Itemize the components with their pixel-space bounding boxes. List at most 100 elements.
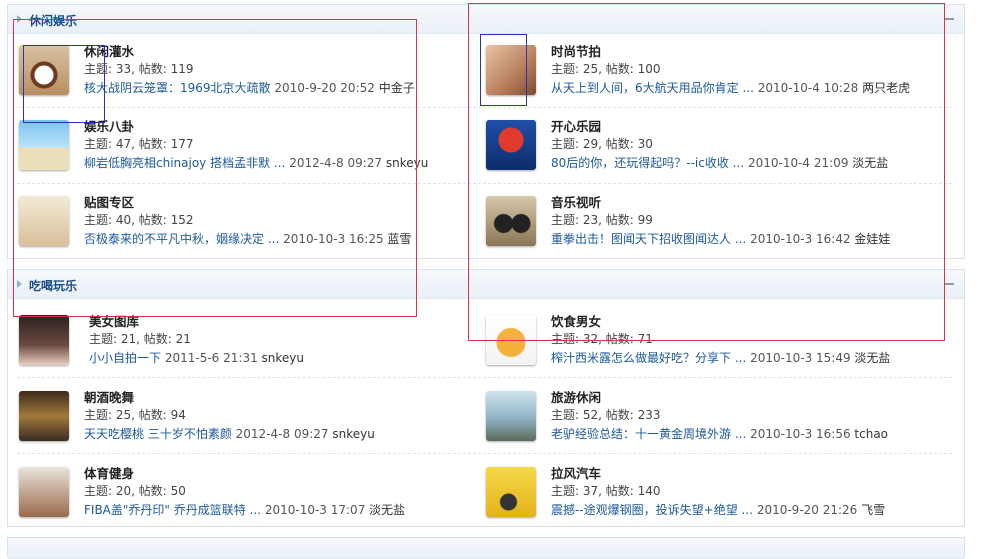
forum-item: 体育健身 主题: 20, 帖数: 50 FIBA盖"乔丹印" 乔丹成篮联特 ..… <box>7 459 477 529</box>
forum-last-post: FIBA盖"乔丹印" 乔丹成篮联特 ... 2010-10-3 17:07 淡无… <box>84 501 405 518</box>
section-header[interactable]: 吃喝玩乐 <box>8 270 964 299</box>
forum-stats: 主题: 21, 帖数: 21 <box>89 332 191 346</box>
last-post-user[interactable]: 淡无盐 <box>852 156 888 170</box>
forum-stats: 主题: 32, 帖数: 71 <box>551 332 653 346</box>
forum-name-link[interactable]: 美女图库 <box>89 311 139 330</box>
forum-stats: 主题: 25, 帖数: 100 <box>551 62 661 76</box>
last-post-link[interactable]: 80后的你，还玩得起吗？--ic收收 ... <box>551 156 744 170</box>
last-post-time: 2010-9-20 21:26 <box>756 503 858 517</box>
last-post-time: 2012-4-8 09:27 <box>235 427 329 441</box>
forum-stats: 主题: 52, 帖数: 233 <box>551 408 661 422</box>
section-title[interactable]: 休闲娱乐 <box>29 12 77 29</box>
forum-stats: 主题: 37, 帖数: 140 <box>551 484 661 498</box>
last-post-user[interactable]: 中金子 <box>379 81 415 95</box>
last-post-link[interactable]: 重拳出击！图闻天下招收图闻达人 ... <box>551 232 746 246</box>
forum-last-post: 老驴经验总结：十一黄金周境外游 ... 2010-10-3 16:56 tcha… <box>551 425 888 442</box>
last-post-link[interactable]: 老驴经验总结：十一黄金周境外游 ... <box>551 427 746 441</box>
forum-item: 音乐视听 主题: 23, 帖数: 99 重拳出击！图闻天下招收图闻达人 ... … <box>474 188 944 258</box>
forum-item: 开心乐园 主题: 29, 帖数: 30 80后的你，还玩得起吗？--ic收收 .… <box>474 112 944 182</box>
expand-arrow-icon <box>17 15 22 23</box>
forum-item: 时尚节拍 主题: 25, 帖数: 100 从天上到人间，6大航天用品你肯定 ..… <box>474 37 944 107</box>
basketball-icon[interactable] <box>19 467 69 517</box>
forum-last-post: 核大战阴云笼罩：1969北京大疏散 2010-9-20 20:52 中金子 <box>84 79 415 96</box>
last-post-time: 2011-5-6 21:31 <box>164 351 258 365</box>
vogue-cover-icon[interactable] <box>486 45 536 95</box>
last-post-time: 2010-10-4 10:28 <box>757 81 859 95</box>
row-divider <box>17 453 952 454</box>
section-header[interactable]: 休闲娱乐 <box>8 5 964 34</box>
forum-name-link[interactable]: 音乐视听 <box>551 192 601 211</box>
chef-icon[interactable] <box>486 315 536 365</box>
last-post-time: 2010-10-3 15:49 <box>750 351 851 365</box>
forum-item: 旅游休闲 主题: 52, 帖数: 233 老驴经验总结：十一黄金周境外游 ...… <box>474 383 944 453</box>
forum-last-post: 重拳出击！图闻天下招收图闻达人 ... 2010-10-3 16:42 金娃娃 <box>551 230 890 247</box>
collapse-icon[interactable] <box>944 283 954 285</box>
last-post-user[interactable]: 飞雪 <box>861 503 885 517</box>
forum-name-link[interactable]: 娱乐八卦 <box>84 116 134 135</box>
hollywood-icon[interactable] <box>19 391 69 441</box>
expand-arrow-icon <box>17 280 22 288</box>
forum-item: 贴图专区 主题: 40, 帖数: 152 否极泰来的不平凡中秋，姻缘决定 ...… <box>7 188 477 258</box>
last-post-user[interactable]: tchao <box>854 427 888 441</box>
forum-name-link[interactable]: 开心乐园 <box>551 116 601 135</box>
forum-name-link[interactable]: 旅游休闲 <box>551 387 601 406</box>
forum-name-link[interactable]: 朝酒晚舞 <box>84 387 134 406</box>
last-post-link[interactable]: 从天上到人间，6大航天用品你肯定 ... <box>551 81 754 95</box>
forum-stats: 主题: 20, 帖数: 50 <box>84 484 186 498</box>
last-post-time: 2010-10-3 16:42 <box>750 232 851 246</box>
forum-name-link[interactable]: 体育健身 <box>84 463 134 482</box>
last-post-user[interactable]: snkeyu <box>262 351 304 365</box>
row-divider <box>17 183 952 184</box>
coffee-cup-icon[interactable] <box>19 45 69 95</box>
forum-item: 美女图库 主题: 21, 帖数: 21 小小自拍一下 2011-5-6 21:3… <box>7 307 477 377</box>
forum-last-post: 从天上到人间，6大航天用品你肯定 ... 2010-10-4 10:28 两只老… <box>551 79 910 96</box>
forum-stats: 主题: 29, 帖数: 30 <box>551 137 653 151</box>
forum-stats: 主题: 47, 帖数: 177 <box>84 137 194 151</box>
last-post-user[interactable]: 金娃娃 <box>854 232 890 246</box>
last-post-time: 2010-10-3 16:25 <box>283 232 384 246</box>
group-photo-icon[interactable] <box>486 391 536 441</box>
forum-last-post: 柳岩低胸亮相chinajoy 搭档孟非默 ... 2012-4-8 09:27 … <box>84 154 428 171</box>
last-post-time: 2010-10-4 21:09 <box>747 156 849 170</box>
last-post-link[interactable]: 核大战阴云笼罩：1969北京大疏散 <box>84 81 271 95</box>
forum-last-post: 80后的你，还玩得起吗？--ic收收 ... 2010-10-4 21:09 淡… <box>551 154 888 171</box>
forum-stats: 主题: 25, 帖数: 94 <box>84 408 186 422</box>
last-post-user[interactable]: 淡无盐 <box>854 351 890 365</box>
forum-last-post: 榨汁西米露怎么做最好吃？分享下 ... 2010-10-3 15:49 淡无盐 <box>551 349 890 366</box>
mario-icon[interactable] <box>486 120 536 170</box>
row-divider <box>17 377 952 378</box>
forum-item: 娱乐八卦 主题: 47, 帖数: 177 柳岩低胸亮相chinajoy 搭档孟非… <box>7 112 477 182</box>
forum-name-link[interactable]: 饮食男女 <box>551 311 601 330</box>
photo-frame-icon[interactable] <box>19 196 69 246</box>
section-header[interactable] <box>8 538 964 559</box>
last-post-link[interactable]: 天天吃樱桃 三十岁不怕素颜 <box>84 427 232 441</box>
section-title[interactable]: 吃喝玩乐 <box>29 277 77 294</box>
last-post-link[interactable]: 震撼--途观爆钢圈，投诉失望+绝望 ... <box>551 503 753 517</box>
collapse-icon[interactable] <box>944 18 954 20</box>
forum-name-link[interactable]: 时尚节拍 <box>551 41 601 60</box>
forum-name-link[interactable]: 休闲灌水 <box>84 41 134 60</box>
last-post-user[interactable]: 蓝雪 <box>387 232 411 246</box>
headphones-icon[interactable] <box>486 196 536 246</box>
forum-last-post: 小小自拍一下 2011-5-6 21:31 snkeyu <box>89 349 304 366</box>
forum-item: 拉风汽车 主题: 37, 帖数: 140 震撼--途观爆钢圈，投诉失望+绝望 .… <box>474 459 944 529</box>
last-post-user[interactable]: snkeyu <box>332 427 374 441</box>
sports-car-icon[interactable] <box>486 467 536 517</box>
last-post-link[interactable]: 榨汁西米露怎么做最好吃？分享下 ... <box>551 351 746 365</box>
forum-name-link[interactable]: 拉风汽车 <box>551 463 601 482</box>
beach-jump-icon[interactable] <box>19 120 69 170</box>
last-post-link[interactable]: 小小自拍一下 <box>89 351 161 365</box>
last-post-user[interactable]: snkeyu <box>386 156 428 170</box>
last-post-link[interactable]: 柳岩低胸亮相chinajoy 搭档孟非默 ... <box>84 156 285 170</box>
forum-name-link[interactable]: 贴图专区 <box>84 192 134 211</box>
last-post-link[interactable]: FIBA盖"乔丹印" 乔丹成篮联特 ... <box>84 503 261 517</box>
forum-stats: 主题: 23, 帖数: 99 <box>551 213 653 227</box>
last-post-link[interactable]: 否极泰来的不平凡中秋，姻缘决定 ... <box>84 232 279 246</box>
last-post-user[interactable]: 两只老虎 <box>862 81 910 95</box>
last-post-time: 2010-10-3 17:07 <box>264 503 366 517</box>
row-divider <box>17 107 952 108</box>
last-post-user[interactable]: 淡无盐 <box>369 503 405 517</box>
girl-portrait-icon[interactable] <box>19 315 69 365</box>
forum-last-post: 否极泰来的不平凡中秋，姻缘决定 ... 2010-10-3 16:25 蓝雪 <box>84 230 411 247</box>
forum-last-post: 天天吃樱桃 三十岁不怕素颜 2012-4-8 09:27 snkeyu <box>84 425 375 442</box>
